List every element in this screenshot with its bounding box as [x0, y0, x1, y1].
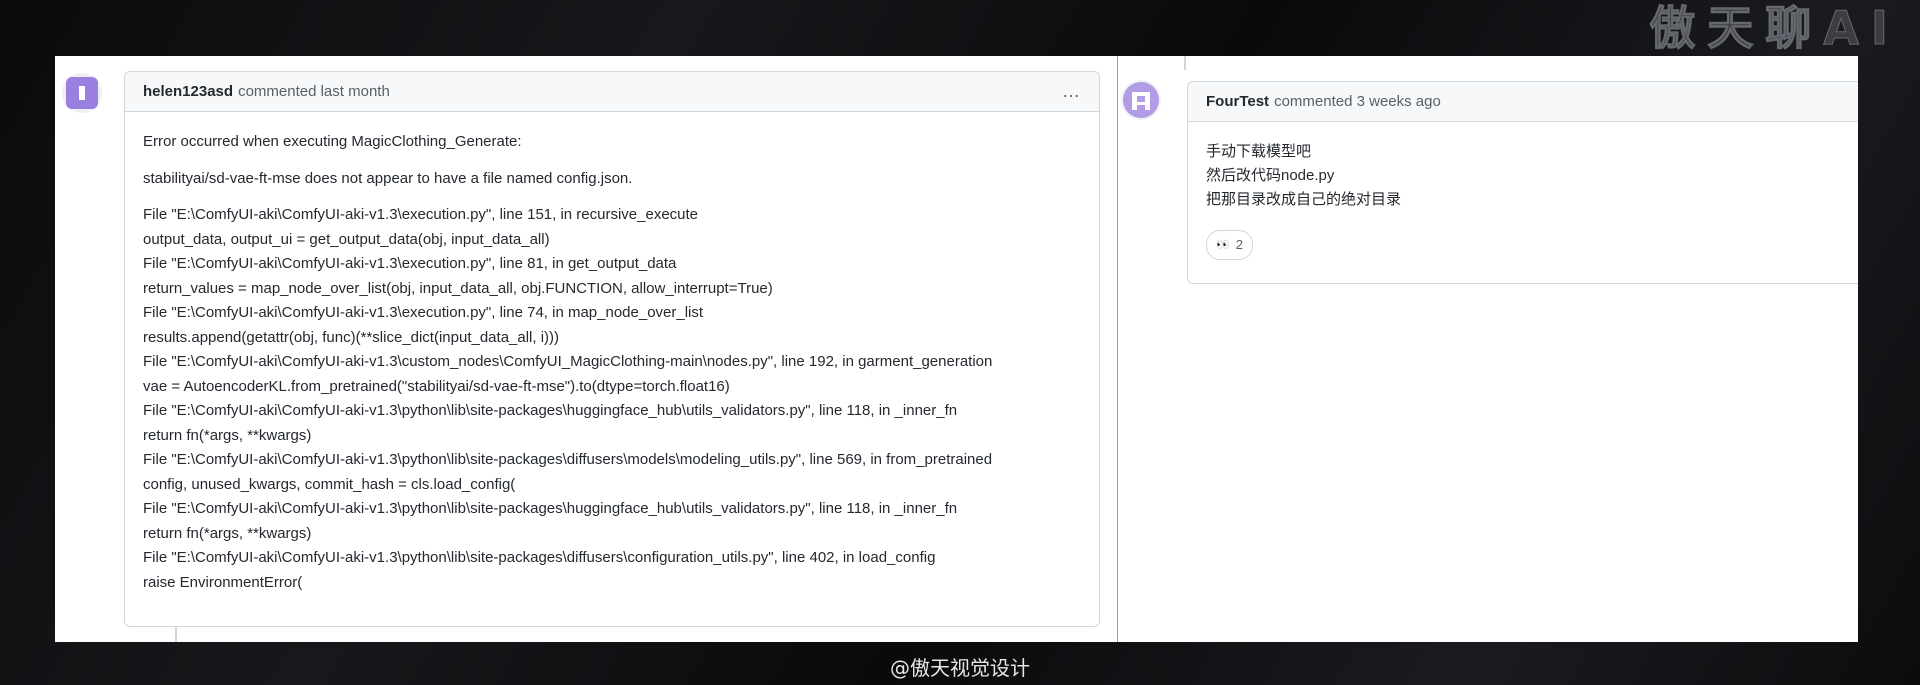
traceback-line: File "E:\ComfyUI-aki\ComfyUI-aki-v1.3\cu…: [143, 353, 993, 370]
background-watermark: 傲天聊AI: [1649, 1, 1900, 55]
comment-meta[interactable]: commented last month: [238, 83, 390, 100]
traceback-line: config, unused_kwargs, commit_hash = cls…: [143, 475, 516, 493]
traceback: File "E:\ComfyUI-aki\ComfyUI-aki-v1.3\ex…: [143, 203, 1081, 595]
comment-header: FourTest commented 3 weeks ago: [1188, 82, 1858, 122]
screenshot-panel: helen123asd commented last month … Error…: [55, 56, 1858, 642]
avatar-helen123asd[interactable]: [62, 73, 102, 113]
traceback-line: File "E:\ComfyUI-aki\ComfyUI-aki-v1.3\ex…: [143, 255, 677, 272]
comment-body: Error occurred when executing MagicCloth…: [125, 112, 1099, 613]
comment-body: 手动下载模型吧 然后改代码node.py 把那目录改成自己的绝对目录 👀 2: [1188, 122, 1858, 278]
traceback-line: File "E:\ComfyUI-aki\ComfyUI-aki-v1.3\py…: [143, 402, 958, 419]
comment-line: 手动下载模型吧: [1206, 143, 1312, 160]
comment-helen123asd: helen123asd commented last month … Error…: [124, 71, 1100, 627]
traceback-line: File "E:\ComfyUI-aki\ComfyUI-aki-v1.3\ex…: [143, 304, 704, 321]
traceback-line: raise EnvironmentError(: [143, 573, 303, 591]
traceback-line: return fn(*args, **kwargs): [143, 426, 312, 444]
divider: [1117, 56, 1118, 642]
footer-watermark: @傲天视觉设计: [890, 656, 1030, 680]
reaction-count: 2: [1235, 237, 1243, 252]
comment-paragraph: stabilityai/sd-vae-ft-mse does not appea…: [143, 169, 633, 187]
traceback-line: output_data, output_ui = get_output_data…: [143, 230, 550, 248]
traceback-line: File "E:\ComfyUI-aki\ComfyUI-aki-v1.3\ex…: [143, 206, 699, 223]
traceback-line: vae = AutoencoderKL.from_pretrained("sta…: [143, 377, 730, 395]
traceback-line: return fn(*args, **kwargs): [143, 524, 312, 542]
timeline-line: [175, 626, 177, 642]
traceback-line: return_values = map_node_over_list(obj, …: [143, 279, 773, 297]
comment-header: helen123asd commented last month …: [125, 72, 1099, 112]
comment-line: 把那目录改成自己的绝对目录: [1206, 191, 1402, 208]
more-options-icon[interactable]: …: [1062, 81, 1081, 102]
comment-meta[interactable]: commented 3 weeks ago: [1274, 93, 1441, 110]
traceback-line: File "E:\ComfyUI-aki\ComfyUI-aki-v1.3\py…: [143, 549, 936, 566]
comment-author[interactable]: helen123asd: [143, 83, 233, 100]
avatar-fourtest[interactable]: [1121, 80, 1161, 120]
timeline-line: [1184, 56, 1186, 70]
comment-author[interactable]: FourTest: [1206, 93, 1269, 110]
comment-paragraph: Error occurred when executing MagicCloth…: [143, 133, 522, 150]
traceback-line: results.append(getattr(obj, func)(**slic…: [143, 328, 560, 346]
traceback-line: File "E:\ComfyUI-aki\ComfyUI-aki-v1.3\py…: [143, 451, 993, 468]
comment-fourtest: FourTest commented 3 weeks ago 手动下载模型吧 然…: [1187, 81, 1858, 284]
comment-line: 然后改代码node.py: [1206, 167, 1335, 184]
eyes-icon: 👀: [1216, 239, 1230, 251]
traceback-line: File "E:\ComfyUI-aki\ComfyUI-aki-v1.3\py…: [143, 500, 958, 517]
reaction-eyes-button[interactable]: 👀 2: [1206, 230, 1253, 260]
